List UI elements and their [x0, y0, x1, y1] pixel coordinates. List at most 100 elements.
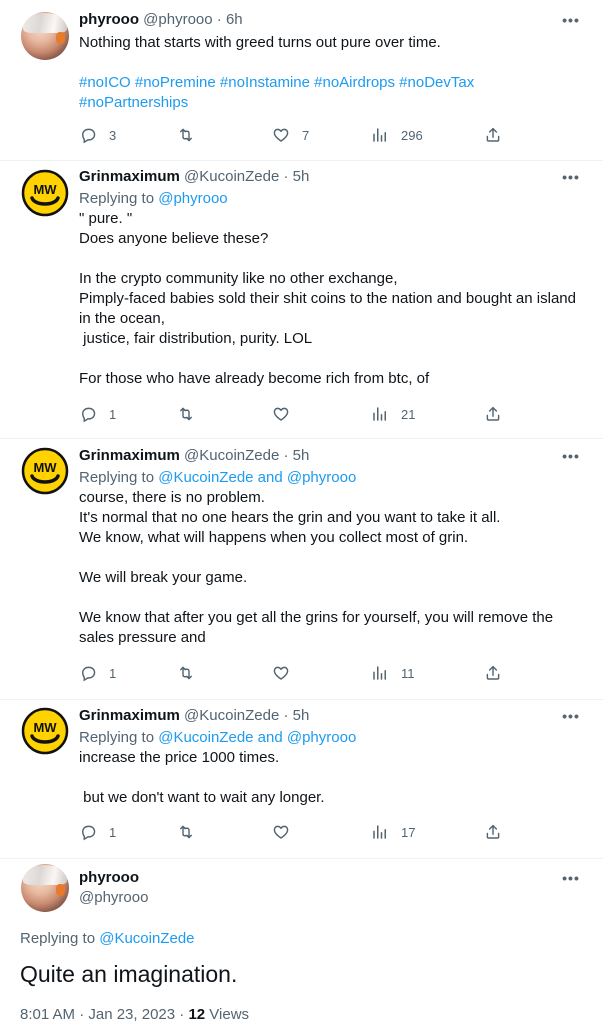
dot-separator: ·	[283, 447, 289, 464]
like-button[interactable]	[272, 663, 290, 683]
views-count: 296	[401, 127, 423, 143]
views-count: 21	[401, 406, 416, 422]
reply-icon	[79, 823, 97, 841]
tweet-1[interactable]: phyrooo @phyrooo · 6h ••• Nothing that s…	[0, 0, 603, 160]
author-handle[interactable]: @phyrooo	[79, 888, 148, 908]
more-options-icon[interactable]: •••	[561, 13, 581, 34]
like-button[interactable]	[272, 822, 290, 842]
tweet-text: Quite an imagination.	[20, 961, 238, 987]
tweet-line	[79, 53, 589, 73]
tweet-3[interactable]: Grinmaximum @KucoinZede · 5h ••• Replyin…	[0, 439, 603, 699]
tweet-header: Grinmaximum @KucoinZede · 5h	[79, 706, 309, 726]
tweet-line: Pimply-faced babies sold their shit coin…	[79, 290, 576, 307]
author-name[interactable]: phyrooo	[79, 868, 148, 888]
author-handle[interactable]: @phyrooo	[143, 11, 212, 28]
tweet-line: It's normal that no one hears the grin a…	[79, 509, 501, 526]
views-label: Views	[205, 1006, 250, 1023]
tweet-header: phyrooo @phyrooo · 6h	[79, 10, 243, 30]
share-icon	[484, 823, 502, 841]
timestamp-text[interactable]: 8:01 AM · Jan 23, 2023 ·	[20, 1006, 188, 1023]
reply-button[interactable]: 1	[79, 822, 116, 842]
heart-icon	[272, 126, 290, 144]
hashtag-line[interactable]: #noPartnerships	[79, 93, 589, 113]
retweet-button[interactable]	[177, 822, 195, 842]
retweet-button[interactable]	[177, 125, 195, 145]
mention-link[interactable]: @KucoinZede and @phyrooo	[158, 469, 356, 486]
avatar[interactable]	[21, 169, 69, 217]
author-name[interactable]: Grinmaximum	[79, 168, 180, 185]
replying-to: Replying to @KucoinZede	[20, 930, 195, 947]
mention-link[interactable]: @phyrooo	[158, 190, 227, 207]
reply-icon	[79, 126, 97, 144]
share-button[interactable]	[484, 663, 502, 683]
views-button[interactable]: 11	[371, 663, 415, 683]
views-chart-icon	[371, 823, 389, 841]
avatar[interactable]	[21, 12, 69, 60]
tweet-line: We know, what will happens when you coll…	[79, 529, 469, 546]
reply-icon	[79, 664, 97, 682]
reply-button[interactable]: 1	[79, 404, 116, 424]
retweet-button[interactable]	[177, 404, 195, 424]
replying-to: Replying to @KucoinZede and @phyrooo	[79, 729, 357, 746]
more-options-icon[interactable]: •••	[561, 709, 581, 730]
tweet-time[interactable]: 6h	[226, 11, 243, 28]
share-icon	[484, 405, 502, 423]
author-name[interactable]: phyrooo	[79, 11, 139, 28]
tweet-2[interactable]: Grinmaximum @KucoinZede · 5h ••• Replyin…	[0, 161, 603, 438]
replying-to: Replying to @phyrooo	[79, 190, 228, 207]
avatar[interactable]	[21, 447, 69, 495]
tweet-line: We know that after you get all the grins…	[79, 609, 554, 626]
share-button[interactable]	[484, 404, 502, 424]
tweet-line	[79, 768, 589, 788]
like-count: 7	[302, 127, 310, 143]
views-button[interactable]: 21	[371, 404, 415, 424]
tweet-time[interactable]: 5h	[293, 707, 310, 724]
author-handle[interactable]: @KucoinZede	[184, 447, 279, 464]
avatar[interactable]	[21, 707, 69, 755]
share-button[interactable]	[484, 125, 502, 145]
reply-count: 1	[109, 665, 117, 681]
views-button[interactable]: 17	[371, 822, 415, 842]
tweet-time[interactable]: 5h	[293, 447, 310, 464]
tweet-line	[79, 588, 589, 608]
tweet-4[interactable]: Grinmaximum @KucoinZede · 5h ••• Replyin…	[0, 700, 603, 858]
avatar[interactable]	[21, 864, 69, 912]
views-button[interactable]: 296	[371, 125, 423, 145]
tweet-line: " pure. "	[79, 210, 133, 227]
tweet-header: Grinmaximum @KucoinZede · 5h	[79, 167, 309, 187]
hashtag-line[interactable]: #noICO #noPremine #noInstamine #noAirdro…	[79, 73, 589, 93]
tweet-line	[79, 249, 589, 269]
views-count: 12	[188, 1006, 206, 1023]
retweet-button[interactable]	[177, 663, 195, 683]
retweet-icon	[177, 664, 195, 682]
tweet-line: increase the price 1000 times.	[79, 749, 280, 766]
reply-button[interactable]: 1	[79, 663, 116, 683]
views-count: 11	[401, 665, 415, 681]
tweet-time[interactable]: 5h	[293, 168, 310, 185]
views-count: 17	[401, 824, 416, 840]
reply-button[interactable]: 3	[79, 125, 116, 145]
more-options-icon[interactable]: •••	[561, 449, 581, 470]
mention-link[interactable]: @KucoinZede	[99, 930, 194, 947]
views-chart-icon	[371, 405, 389, 423]
tweet-line: For those who have already become rich f…	[79, 370, 430, 387]
like-button[interactable]: 7	[272, 125, 309, 145]
like-button[interactable]	[272, 404, 290, 424]
tweet-text: Replying to @KucoinZede and @phyrooo cou…	[79, 468, 589, 648]
retweet-icon	[177, 823, 195, 841]
action-bar: 1 17	[79, 822, 509, 842]
author-name[interactable]: Grinmaximum	[79, 447, 180, 464]
heart-icon	[272, 405, 290, 423]
tweet-text: Replying to @phyrooo " pure. " Does anyo…	[79, 189, 589, 389]
author-name[interactable]: Grinmaximum	[79, 707, 180, 724]
more-options-icon[interactable]: •••	[561, 871, 581, 892]
reply-count: 3	[109, 127, 117, 143]
tweet-line	[79, 349, 589, 369]
author-handle[interactable]: @KucoinZede	[184, 168, 279, 185]
share-button[interactable]	[484, 822, 502, 842]
replying-to: Replying to @KucoinZede and @phyrooo	[79, 469, 357, 486]
author-handle[interactable]: @KucoinZede	[184, 707, 279, 724]
tweet-line: Nothing that starts with greed turns out…	[79, 34, 441, 51]
more-options-icon[interactable]: •••	[561, 170, 581, 191]
mention-link[interactable]: @KucoinZede and @phyrooo	[158, 729, 356, 746]
